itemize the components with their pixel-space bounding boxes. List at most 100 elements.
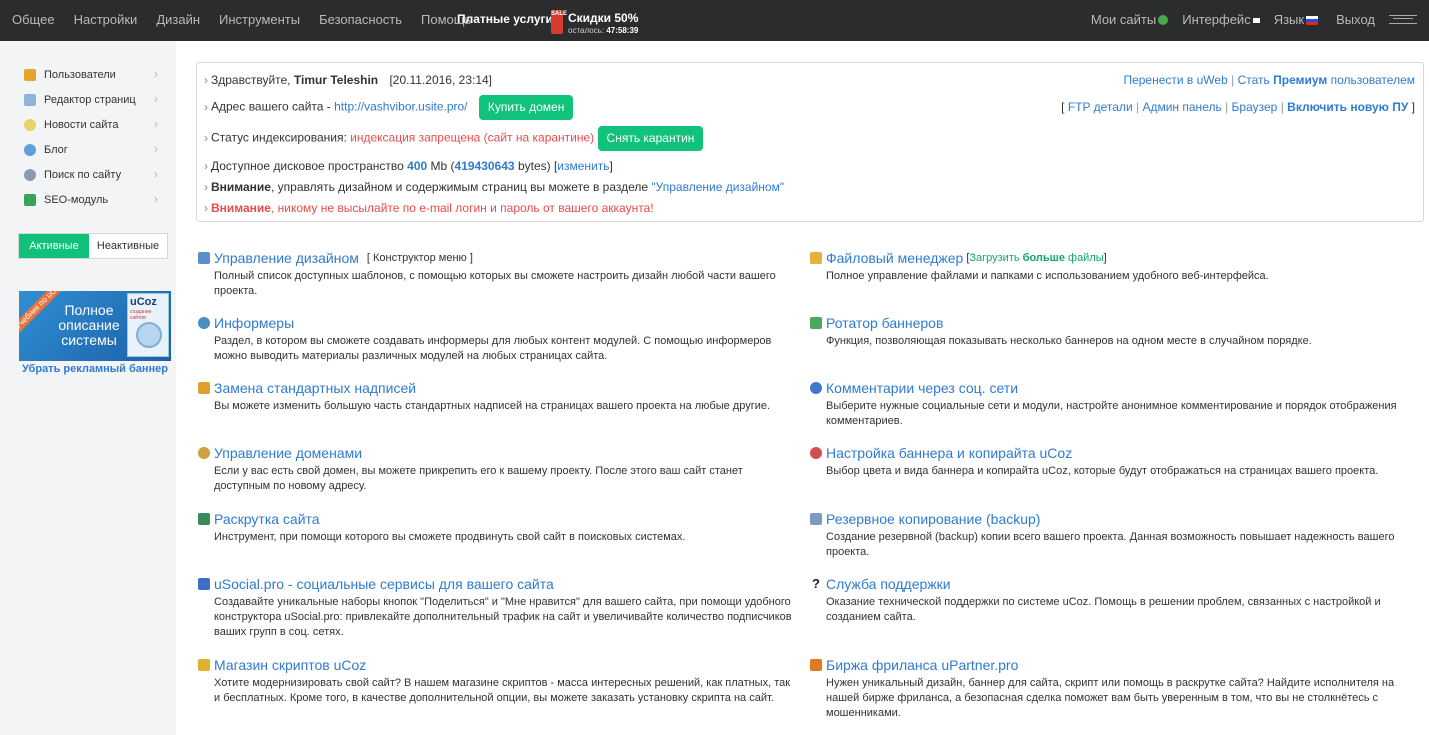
ad-book-image: uCoz создание сайтов bbox=[127, 293, 169, 357]
chevron-right-icon: › bbox=[153, 116, 158, 131]
menu-tools[interactable]: Инструменты bbox=[219, 12, 300, 27]
user-icon bbox=[24, 69, 36, 81]
sidebar-item-seo[interactable]: SEO-модуль › bbox=[24, 191, 164, 209]
disc-icon bbox=[136, 322, 162, 348]
seo-icon bbox=[24, 194, 36, 206]
section-title[interactable]: Управление доменами bbox=[214, 445, 362, 461]
site-url-link[interactable]: http://vashvibor.usite.pro/ bbox=[334, 100, 467, 114]
attention-security-line: › Внимание, никому не высылайте по e-mail… bbox=[204, 201, 654, 215]
ad-text: Полное описание системы bbox=[58, 302, 120, 348]
arrow-icon: › bbox=[204, 130, 208, 145]
scripts-icon bbox=[198, 659, 210, 671]
move-uweb-link[interactable]: Перенести в uWeb bbox=[1123, 73, 1227, 87]
ftp-details-link[interactable]: FTP детали bbox=[1068, 100, 1133, 114]
menu-design[interactable]: Дизайн bbox=[156, 12, 200, 27]
section-description: Создавайте уникальные наборы кнопок "Под… bbox=[214, 596, 792, 638]
arrow-icon: › bbox=[204, 201, 208, 215]
upload-more-files-link[interactable]: [Загрузить больше файлы] bbox=[966, 252, 1106, 264]
user-name: Timur Teleshin bbox=[293, 73, 379, 87]
discount-link[interactable]: Скидки 50% bbox=[568, 11, 638, 25]
section-freelance: Биржа фриланса uPartner.pro Нужен уникал… bbox=[810, 657, 1410, 721]
folder-icon bbox=[810, 252, 822, 264]
design-management-link[interactable]: "Управление дизайном" bbox=[651, 180, 784, 194]
tab-inactive[interactable]: Неактивные bbox=[89, 234, 167, 258]
discount-countdown: осталось: 47:58:39 bbox=[568, 26, 639, 35]
section-title[interactable]: Комментарии через соц. сети bbox=[826, 380, 1018, 396]
section-labels: Замена стандартных надписей Вы можете из… bbox=[198, 380, 798, 414]
section-title[interactable]: Раскрутка сайта bbox=[214, 511, 320, 527]
tab-active[interactable]: Активные bbox=[19, 234, 89, 258]
banner-icon bbox=[810, 317, 822, 329]
section-title[interactable]: Служба поддержки bbox=[826, 576, 951, 592]
main-menu: Общее Настройки Дизайн Инструменты Безоп… bbox=[12, 12, 471, 27]
menu-general[interactable]: Общее bbox=[12, 12, 55, 27]
site-address-line: › Адрес вашего сайта - http://vashvibor.u… bbox=[204, 95, 574, 120]
section-title[interactable]: Информеры bbox=[214, 315, 294, 331]
arrow-icon: › bbox=[204, 180, 208, 194]
paid-services-link[interactable]: Платные услуги bbox=[457, 12, 553, 26]
chevron-right-icon: › bbox=[153, 91, 158, 106]
section-title[interactable]: Магазин скриптов uCoz bbox=[214, 657, 366, 673]
section-title[interactable]: Биржа фриланса uPartner.pro bbox=[826, 657, 1018, 673]
section-usocial: uSocial.pro - социальные сервисы для ваш… bbox=[198, 576, 798, 640]
greeting-line: › Здравствуйте, Timur Teleshin [20.11.201… bbox=[204, 73, 493, 87]
menu-security[interactable]: Безопасность bbox=[319, 12, 402, 27]
section-description: Если у вас есть свой домен, вы можете пр… bbox=[214, 465, 743, 492]
premium-link[interactable]: Стать Премиум пользователем bbox=[1238, 73, 1415, 87]
promo-icon bbox=[198, 513, 210, 525]
section-backup: Резервное копирование (backup) Создание … bbox=[810, 511, 1410, 560]
informer-icon bbox=[198, 317, 210, 329]
section-description: Хотите модернизировать свой сайт? В наше… bbox=[214, 677, 791, 704]
sidebar-item-news[interactable]: Новости сайта › bbox=[24, 116, 164, 134]
section-title[interactable]: uSocial.pro - социальные сервисы для ваш… bbox=[214, 576, 554, 592]
exit-icon[interactable] bbox=[1389, 15, 1417, 24]
sidebar: Пользователи › Редактор страниц › Новост… bbox=[0, 41, 176, 735]
sidebar-item-blog[interactable]: Блог › bbox=[24, 141, 164, 159]
account-info-box: › Здравствуйте, Timur Teleshin [20.11.201… bbox=[196, 62, 1424, 222]
admin-links: [ FTP детали | Админ панель | Браузер | … bbox=[1061, 100, 1415, 114]
language-link[interactable]: Язык bbox=[1274, 12, 1319, 27]
ad-book-subtitle: создание сайтов bbox=[130, 309, 152, 321]
login-date: [20.11.2016, 23:14] bbox=[389, 73, 493, 87]
space-bytes: 419430643 bbox=[454, 159, 515, 173]
ad-banner[interactable]: Учебник по uCoz Полное описание системы … bbox=[19, 291, 171, 361]
admin-panel-link[interactable]: Админ панель bbox=[1142, 100, 1221, 114]
section-title[interactable]: Настройка баннера и копирайта uCoz bbox=[826, 445, 1072, 461]
section-title[interactable]: Управление дизайном bbox=[214, 250, 359, 266]
section-description: Вы можете изменить большую часть стандар… bbox=[214, 400, 771, 412]
section-description: Оказание технической поддержки по систем… bbox=[826, 596, 1381, 623]
section-title[interactable]: Резервное копирование (backup) bbox=[826, 511, 1040, 527]
sidebar-item-label: Редактор страниц bbox=[44, 94, 136, 106]
index-status: индексация запрещена (сайт на карантине) bbox=[350, 130, 595, 145]
sidebar-item-search[interactable]: Поиск по сайту › bbox=[24, 166, 164, 184]
menu-settings[interactable]: Настройки bbox=[74, 12, 138, 27]
sidebar-item-users[interactable]: Пользователи › bbox=[24, 66, 164, 84]
section-description: Нужен уникальный дизайн, баннер для сайт… bbox=[826, 677, 1395, 719]
section-banner-rotator: Ротатор баннеров Функция, позволяющая по… bbox=[810, 315, 1410, 349]
section-title[interactable]: Ротатор баннеров bbox=[826, 315, 943, 331]
section-banner-copyright: Настройка баннера и копирайта uCoz Выбор… bbox=[810, 445, 1410, 479]
section-description: Функция, позволяющая показывать нескольк… bbox=[826, 335, 1312, 347]
indexing-status-line: › Статус индексирования: индексация запре… bbox=[204, 126, 704, 151]
browser-link[interactable]: Браузер bbox=[1232, 100, 1278, 114]
change-space-link[interactable]: изменить bbox=[557, 159, 609, 173]
my-sites-link[interactable]: Мои сайты bbox=[1091, 12, 1169, 27]
sidebar-item-label: SEO-модуль bbox=[44, 194, 109, 206]
remove-banner-link[interactable]: Убрать рекламный баннер bbox=[0, 363, 190, 375]
section-title[interactable]: Замена стандартных надписей bbox=[214, 380, 416, 396]
section-description: Создание резервной (backup) копии всего … bbox=[826, 531, 1395, 558]
enable-new-pu-link[interactable]: Включить новую ПУ bbox=[1287, 100, 1408, 114]
section-social-comments: Комментарии через соц. сети Выберите нуж… bbox=[810, 380, 1410, 429]
sidebar-item-page-editor[interactable]: Редактор страниц › bbox=[24, 91, 164, 109]
chevron-right-icon: › bbox=[153, 66, 158, 81]
interface-link[interactable]: Интерфейс bbox=[1182, 12, 1260, 27]
menu-constructor-link[interactable]: [ Конструктор меню ] bbox=[367, 252, 473, 264]
exit-link[interactable]: Выход bbox=[1336, 12, 1375, 27]
bulb-icon bbox=[24, 119, 36, 131]
section-promotion: Раскрутка сайта Инструмент, при помощи к… bbox=[198, 511, 798, 545]
section-description: Выберите нужные социальные сети и модули… bbox=[826, 400, 1397, 427]
section-description: Выбор цвета и вида баннера и копирайта u… bbox=[826, 465, 1379, 477]
remove-quarantine-button[interactable]: Снять карантин bbox=[597, 126, 704, 151]
section-title[interactable]: Файловый менеджер bbox=[826, 250, 963, 266]
buy-domain-button[interactable]: Купить домен bbox=[478, 95, 574, 120]
